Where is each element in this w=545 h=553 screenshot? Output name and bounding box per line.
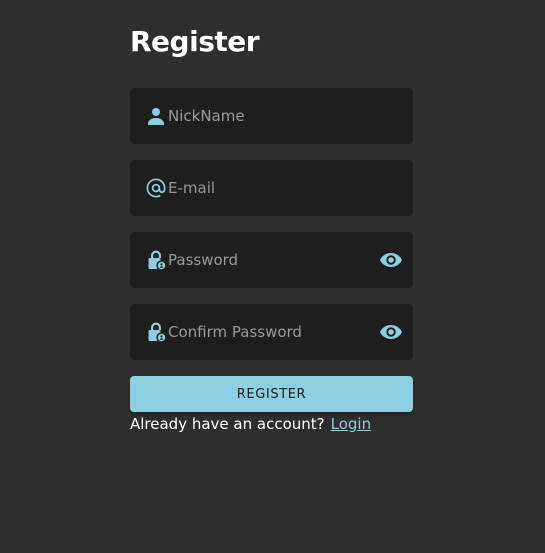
email-field[interactable]	[130, 160, 413, 216]
register-button[interactable]: REGISTER	[130, 376, 413, 412]
eye-icon[interactable]	[379, 248, 403, 272]
login-link[interactable]: Login	[331, 415, 371, 433]
nickname-field[interactable]	[130, 88, 413, 144]
login-prompt: Already have an account? Login	[130, 413, 371, 435]
login-prompt-text: Already have an account?	[130, 415, 325, 433]
page-title: Register	[130, 25, 260, 58]
eye-icon[interactable]	[379, 320, 403, 344]
password-field[interactable]	[130, 232, 413, 288]
email-input[interactable]	[168, 160, 373, 216]
lock-icon	[144, 248, 168, 272]
person-icon	[144, 104, 168, 128]
confirm-password-field[interactable]	[130, 304, 413, 360]
password-input[interactable]	[168, 232, 373, 288]
confirm-password-input[interactable]	[168, 304, 373, 360]
nickname-input[interactable]	[168, 88, 373, 144]
lock-icon	[144, 320, 168, 344]
at-sign-icon	[144, 176, 168, 200]
